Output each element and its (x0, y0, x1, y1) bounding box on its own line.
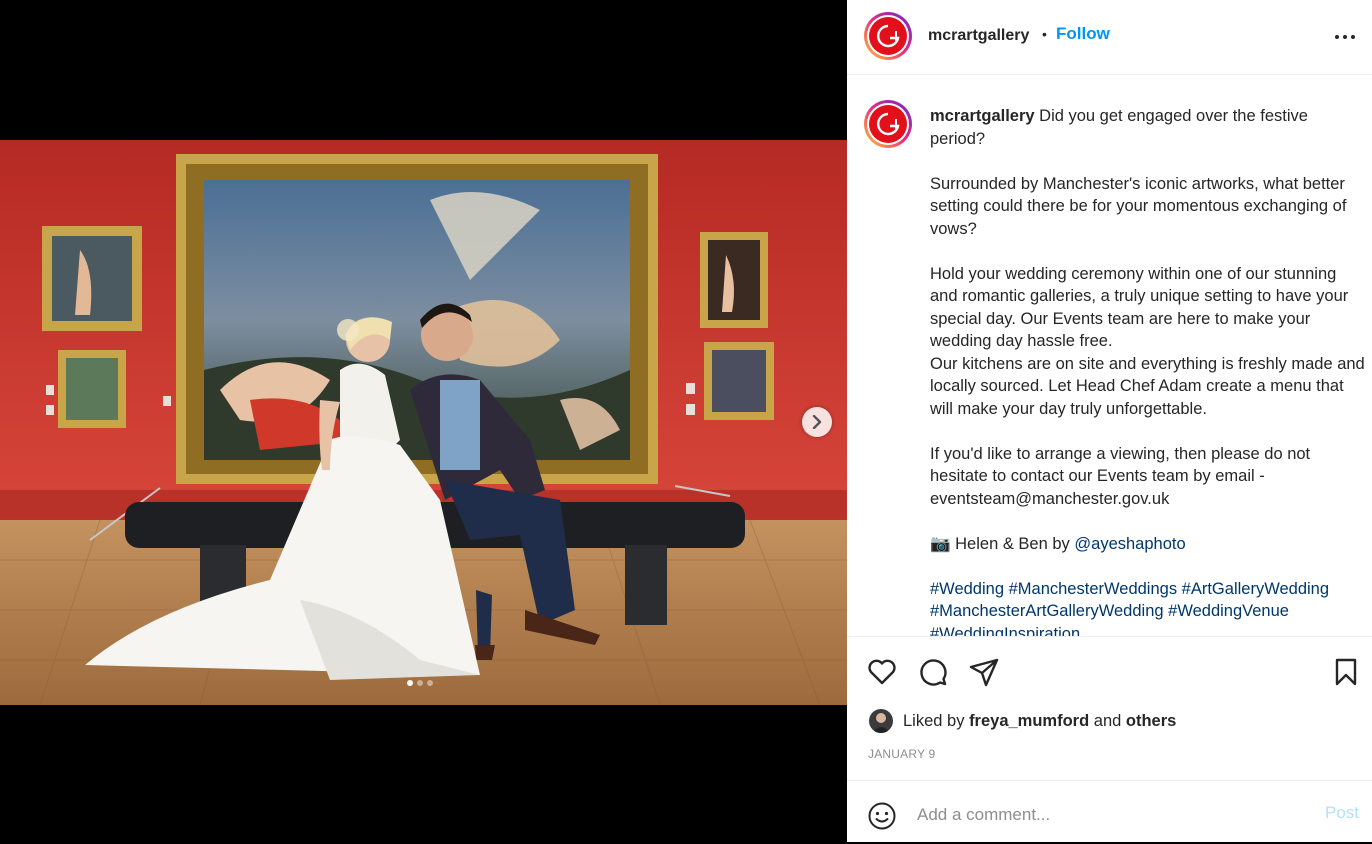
post-header: mcrartgallery • Follow (847, 0, 1372, 75)
carousel-dot (427, 680, 433, 686)
comment-input[interactable] (917, 801, 1297, 829)
paper-plane-icon[interactable] (967, 655, 1001, 689)
more-dots-icon[interactable] (1333, 27, 1357, 47)
liker-username[interactable]: freya_mumford (969, 712, 1089, 731)
camera-emoji-icon: 📷 (930, 534, 951, 553)
photo-credit-text: Helen & Ben by (955, 534, 1070, 553)
comment-icon[interactable] (916, 655, 950, 689)
photographer-mention[interactable]: @ayeshaphoto (1074, 535, 1185, 553)
carousel-dot (417, 680, 423, 686)
caption-para4: If you'd like to arrange a viewing, then… (930, 444, 1311, 508)
post-actions: Liked by freya_mumford and others JANUAR… (847, 636, 1372, 843)
post-caption: mcrartgallery Did you get engaged over t… (930, 105, 1366, 636)
hashtag[interactable]: #ManchesterWeddings (1009, 580, 1177, 598)
caption-username[interactable]: mcrartgallery (930, 107, 1035, 125)
hashtag-list: #Wedding #ManchesterWeddings #ArtGallery… (930, 578, 1366, 637)
likes-summary: Liked by freya_mumford and others (869, 708, 1176, 734)
caption-avatar[interactable] (864, 100, 912, 148)
gallery-logo-icon (869, 17, 907, 55)
hashtag[interactable]: #ArtGalleryWedding (1182, 580, 1329, 598)
follow-button[interactable]: Follow (1056, 24, 1110, 44)
caption-para3a: Hold your wedding ceremony within one of… (930, 264, 1349, 351)
carousel-next-button[interactable] (802, 407, 832, 437)
post-comment-button[interactable]: Post (1325, 803, 1359, 823)
liker-avatar[interactable] (869, 709, 893, 733)
smiley-icon[interactable] (867, 801, 897, 831)
header-separator: • (1042, 26, 1047, 42)
carousel-indicator (407, 680, 433, 686)
heart-icon[interactable] (865, 655, 899, 689)
post-media-panel (0, 0, 847, 842)
account-avatar[interactable] (864, 12, 912, 60)
caption-para3b: Our kitchens are on site and everything … (930, 354, 1365, 418)
carousel-dot (407, 680, 413, 686)
hashtag[interactable]: #WeddingInspiration (930, 625, 1080, 637)
comment-bar: Post (847, 780, 1372, 844)
likes-conjunction: and (1093, 711, 1122, 730)
likes-others-link[interactable]: others (1126, 712, 1176, 731)
gallery-logo-icon (869, 105, 907, 143)
hashtag[interactable]: #Wedding (930, 580, 1004, 598)
post-side-panel: mcrartgallery • Follow mcrartgallery Did… (847, 0, 1372, 842)
post-photo[interactable] (0, 140, 847, 705)
header-username[interactable]: mcrartgallery (928, 27, 1029, 45)
caption-scroll-area[interactable]: mcrartgallery Did you get engaged over t… (847, 75, 1372, 636)
bookmark-icon[interactable] (1329, 655, 1363, 689)
hashtag[interactable]: #ManchesterArtGalleryWedding (930, 602, 1164, 620)
hashtag[interactable]: #WeddingVenue (1168, 602, 1289, 620)
likes-prefix: Liked by (903, 711, 965, 730)
chevron-right-icon (812, 415, 822, 429)
post-date[interactable]: JANUARY 9 (868, 747, 935, 761)
caption-para2: Surrounded by Manchester's iconic artwor… (930, 174, 1347, 238)
